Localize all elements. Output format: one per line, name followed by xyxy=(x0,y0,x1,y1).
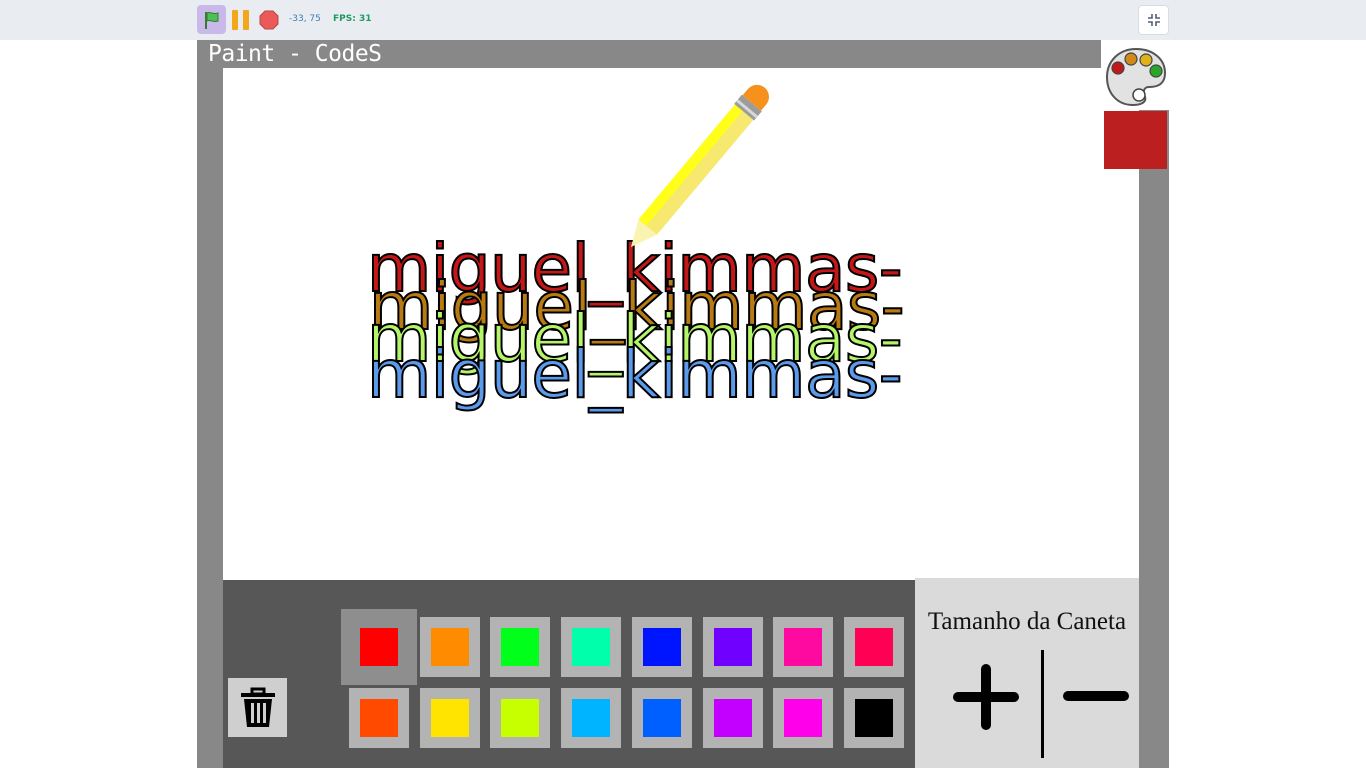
color-toolbar xyxy=(223,580,915,768)
plus-icon xyxy=(953,664,1019,730)
pen-size-panel: Tamanho da Caneta xyxy=(915,578,1139,768)
pause-button[interactable] xyxy=(232,10,250,30)
color-swatch-fill xyxy=(360,699,398,737)
minus-icon xyxy=(1063,691,1129,701)
color-swatch-fill xyxy=(854,628,893,666)
drawn-text-line-4: miguel_kimmas- xyxy=(366,335,904,414)
color-swatch-fill xyxy=(854,699,893,737)
mouse-coordinates: -33, 75 xyxy=(289,14,321,24)
color-swatch[interactable] xyxy=(843,617,904,677)
color-swatch-fill xyxy=(713,699,752,737)
color-swatch[interactable] xyxy=(419,688,480,748)
color-swatch-fill xyxy=(642,628,681,666)
color-swatch-fill xyxy=(572,699,611,737)
color-swatch-fill xyxy=(430,699,469,737)
control-bar: -33, 75 FPS: 31 xyxy=(0,0,1366,40)
color-swatch-fill xyxy=(501,699,540,737)
color-swatch[interactable] xyxy=(561,617,622,677)
green-flag-button[interactable] xyxy=(197,5,226,34)
exit-fullscreen-icon xyxy=(1147,14,1160,26)
increase-pen-size-button[interactable] xyxy=(951,662,1021,732)
stage-title: Paint - CodeS xyxy=(208,41,382,67)
color-swatch[interactable] xyxy=(419,617,480,677)
pause-icon xyxy=(243,10,249,30)
green-flag-icon xyxy=(204,11,218,29)
fps-counter: FPS: 31 xyxy=(333,14,372,24)
color-swatch-fill xyxy=(713,628,752,666)
color-swatch[interactable] xyxy=(631,617,692,677)
color-swatch[interactable] xyxy=(773,688,834,748)
pen-size-title: Tamanho da Caneta xyxy=(927,608,1127,635)
decrease-pen-size-button[interactable] xyxy=(1061,678,1131,714)
color-swatch[interactable] xyxy=(349,688,409,748)
pencil-icon xyxy=(631,84,769,247)
clear-canvas-button[interactable] xyxy=(228,678,287,737)
color-swatch[interactable] xyxy=(843,688,904,748)
color-swatch[interactable] xyxy=(490,688,551,748)
color-swatch[interactable] xyxy=(773,617,834,677)
color-swatch-fill xyxy=(430,628,469,666)
color-swatch[interactable] xyxy=(702,617,763,677)
color-swatch-fill xyxy=(360,628,398,666)
current-color-swatch[interactable] xyxy=(1104,111,1167,169)
stop-icon xyxy=(259,10,279,30)
color-swatch-fill xyxy=(501,628,540,666)
drawing-canvas[interactable]: miguel_kimmas- miguel_kimmas- miguel_kim… xyxy=(223,68,1139,580)
color-swatch[interactable] xyxy=(631,688,692,748)
color-swatch[interactable] xyxy=(341,609,417,685)
pen-size-divider xyxy=(1041,650,1044,758)
color-swatch[interactable] xyxy=(702,688,763,748)
color-swatch-fill xyxy=(642,699,681,737)
color-swatch-fill xyxy=(572,628,611,666)
pause-icon xyxy=(232,10,238,30)
color-swatch[interactable] xyxy=(561,688,622,748)
color-swatch-fill xyxy=(784,699,823,737)
trash-icon xyxy=(240,687,275,727)
color-swatch-fill xyxy=(784,628,823,666)
stop-button[interactable] xyxy=(259,10,279,30)
stage: Paint - CodeS miguel_kimmas- miguel_kimm… xyxy=(197,40,1169,768)
palette-icon[interactable] xyxy=(1105,47,1167,107)
color-swatch[interactable] xyxy=(490,617,551,677)
exit-fullscreen-button[interactable] xyxy=(1138,5,1169,35)
